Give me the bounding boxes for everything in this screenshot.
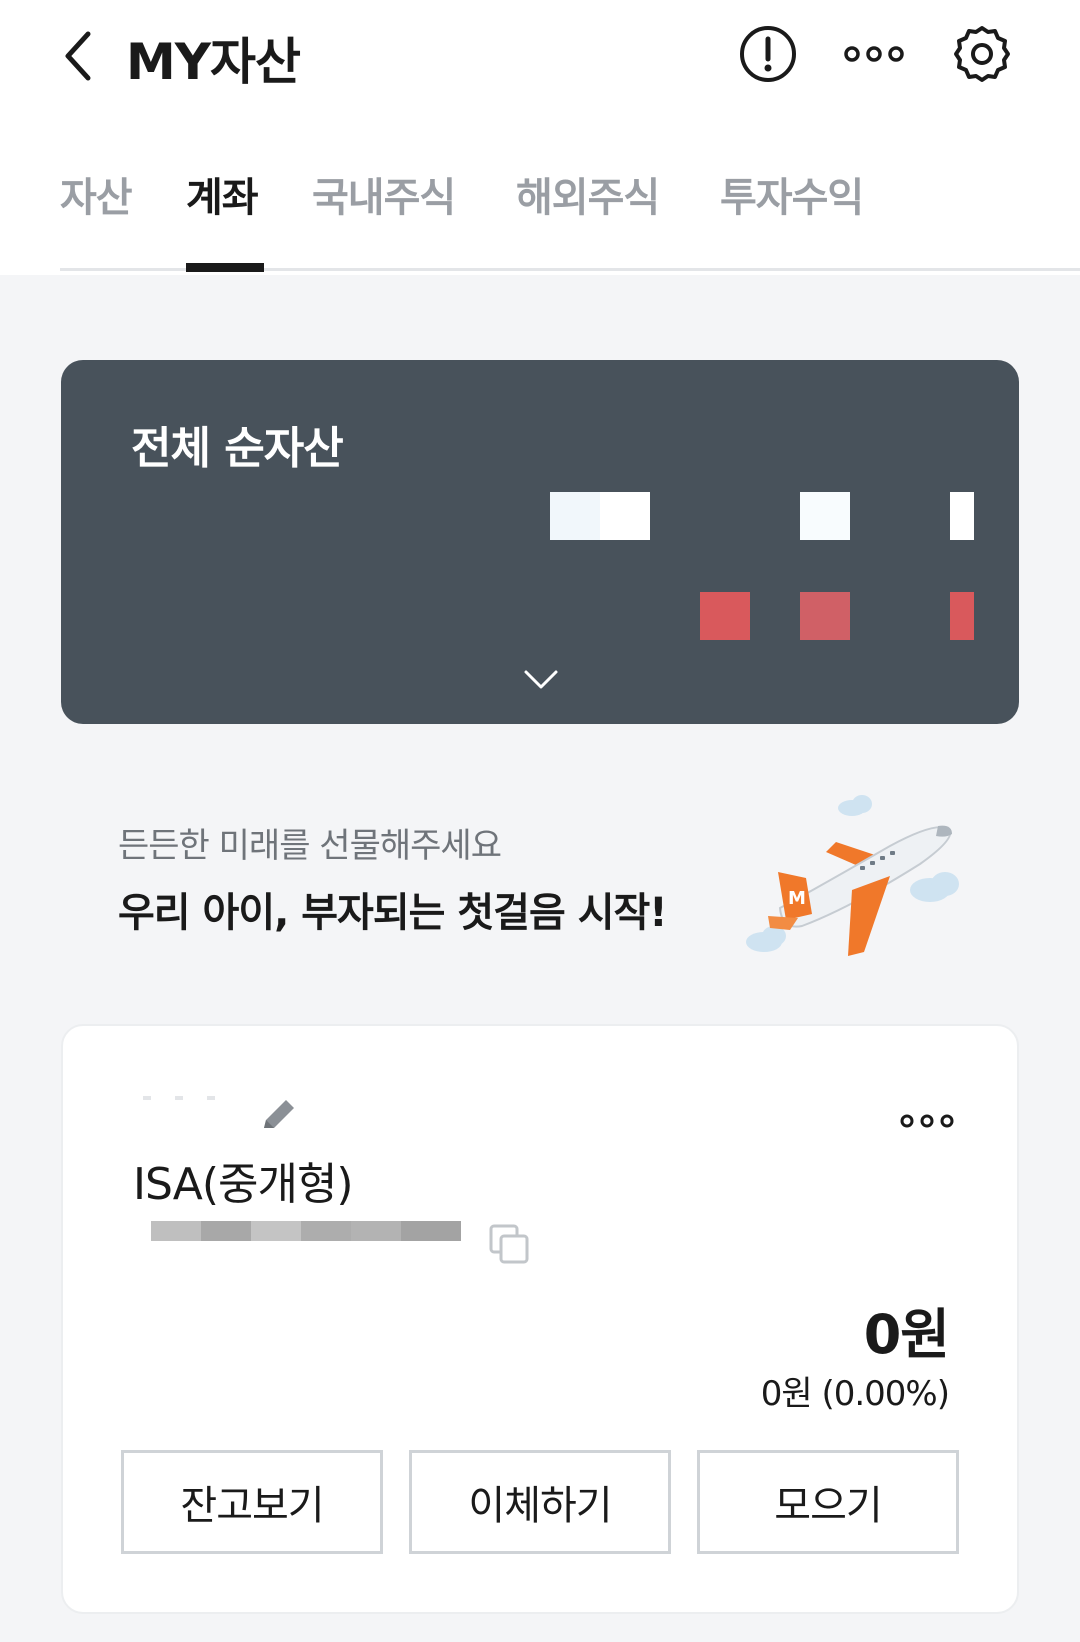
hidden-value-block <box>600 492 650 540</box>
tab-accounts[interactable]: 계좌 <box>186 165 259 223</box>
hidden-profit-block <box>700 592 750 640</box>
promo-banner[interactable]: 든든한 미래를 선물해주세요 우리 아이, 부자되는 첫걸음 시작! M <box>60 780 1020 970</box>
hidden-profit-block <box>950 592 974 640</box>
tab-domestic-stocks[interactable]: 국내주식 <box>312 165 456 223</box>
hidden-profit-block <box>800 592 850 640</box>
account-number-hidden <box>151 1221 461 1241</box>
settings-button[interactable] <box>950 22 1014 86</box>
account-name: ISA(중개형) <box>133 1159 354 1210</box>
top-bar: MY자산 자산 계좌 국내주식 해외주식 투자수익 <box>0 0 1080 275</box>
view-balance-button[interactable]: 잔고보기 <box>121 1450 383 1554</box>
svg-text:M: M <box>788 888 806 909</box>
transfer-button[interactable]: 이체하기 <box>409 1450 671 1554</box>
more-icon <box>900 1114 954 1128</box>
tab-investment-returns[interactable]: 투자수익 <box>720 165 864 223</box>
account-card[interactable]: ISA(중개형) 0원 0원 (0.00%) 잔고보기 이체하기 모으기 <box>61 1024 1019 1614</box>
page-title: MY자산 <box>126 33 301 91</box>
account-balance: 0원 <box>863 1303 950 1366</box>
more-button[interactable] <box>842 22 906 86</box>
net-assets-title: 전체 순자산 <box>131 423 344 474</box>
promo-headline: 우리 아이, 부자되는 첫걸음 시작! <box>118 890 668 936</box>
airplane-illustration: M <box>746 795 959 956</box>
alert-icon <box>740 26 796 82</box>
back-button[interactable] <box>50 26 106 86</box>
tab-bar: 자산 계좌 국내주식 해외주식 투자수익 <box>60 165 1080 275</box>
promo-subtitle: 든든한 미래를 선물해주세요 <box>118 826 502 866</box>
tab-overseas-stocks[interactable]: 해외주식 <box>516 165 660 223</box>
account-nickname-hidden <box>143 1096 263 1106</box>
back-icon <box>65 31 91 81</box>
tab-assets[interactable]: 자산 <box>60 165 133 223</box>
settings-icon <box>954 26 1010 82</box>
account-more-button[interactable] <box>897 1106 957 1136</box>
expand-button[interactable] <box>516 660 566 700</box>
chevron-down-icon <box>524 670 558 689</box>
more-icon <box>844 46 904 62</box>
edit-pencil-icon[interactable] <box>256 1094 300 1138</box>
hidden-value-block <box>800 492 850 540</box>
account-profit: 0원 (0.00%) <box>760 1374 950 1414</box>
hidden-value-block <box>550 492 600 540</box>
alert-button[interactable] <box>736 22 800 86</box>
copy-icon[interactable] <box>487 1222 533 1268</box>
save-collect-button[interactable]: 모으기 <box>697 1450 959 1554</box>
hidden-value-block <box>950 492 974 540</box>
active-tab-indicator <box>186 263 264 272</box>
net-assets-card[interactable]: 전체 순자산 <box>61 360 1019 724</box>
